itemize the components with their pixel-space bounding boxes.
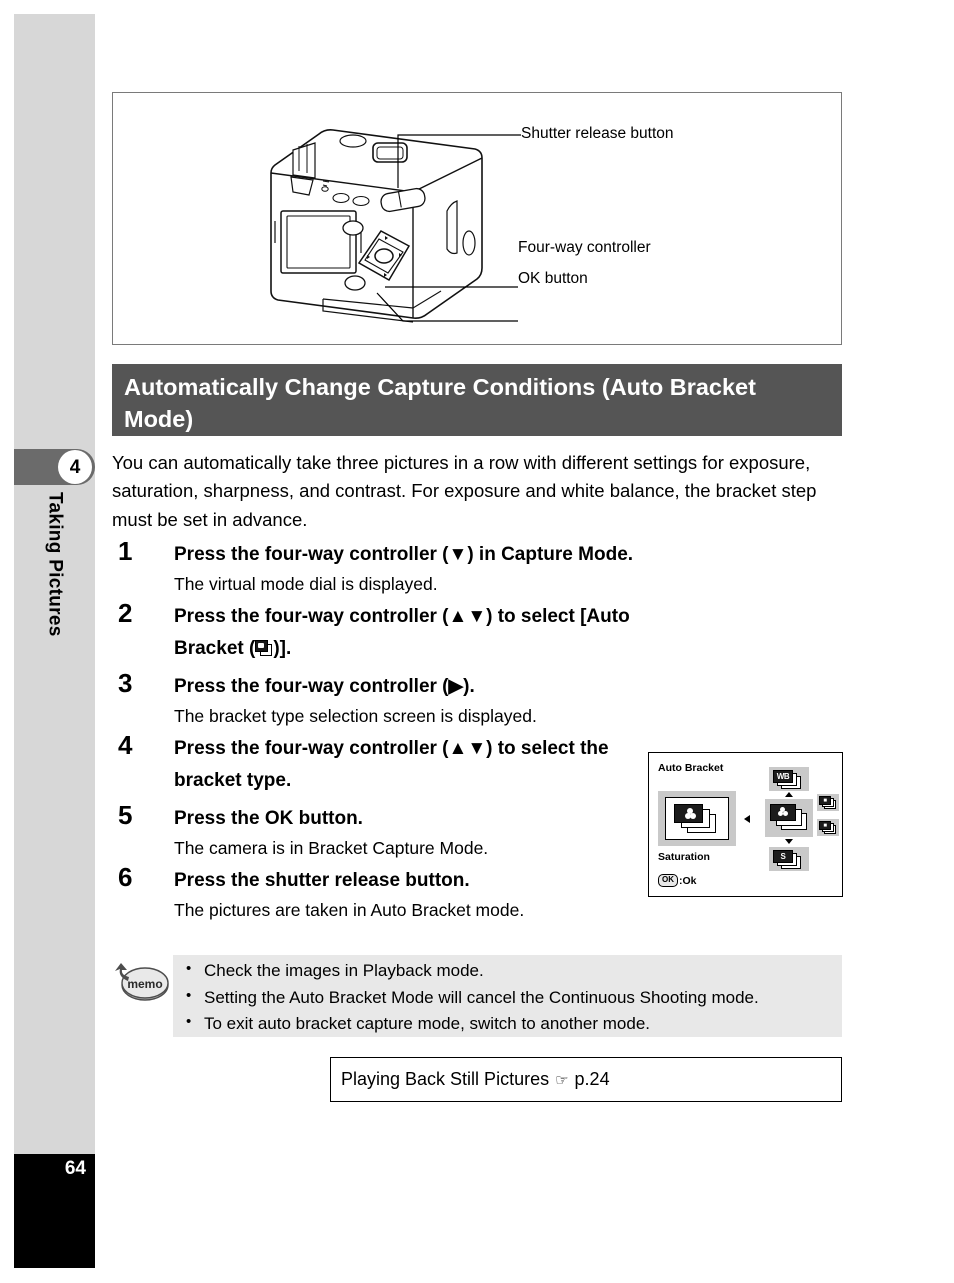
lcd-ok-hint: OK :Ok — [658, 874, 697, 887]
auto-bracket-icon — [255, 640, 273, 657]
step-number: 1 — [118, 536, 133, 566]
step-item: 5 Press the OK button. The camera is in … — [112, 800, 672, 861]
memo-item: To exit auto bracket capture mode, switc… — [182, 1010, 842, 1038]
camera-figure-box: Shutter release button Four-way controll… — [112, 92, 842, 345]
white-balance-bracket-icon: WB — [773, 770, 807, 789]
step-title: Press the four-way controller (▼) in Cap… — [174, 539, 672, 571]
callout-label-shutter-release: Shutter release button — [521, 125, 674, 142]
step-title-text: Press the four-way controller (▲▼) to se… — [174, 606, 630, 660]
memo-item: Setting the Auto Bracket Mode will cance… — [182, 984, 842, 1012]
step-item: 4 Press the four-way controller (▲▼) to … — [112, 730, 672, 797]
step-number: 3 — [118, 667, 133, 698]
step-number: 4 — [118, 730, 133, 761]
step-title-text: Press the four-way controller (▲▼) to se… — [174, 738, 609, 792]
sharpness-bracket-icon: S — [773, 850, 807, 869]
step-description: The bracket type selection screen is dis… — [174, 705, 537, 726]
step-item: 3 Press the four-way controller (▶). The… — [112, 668, 672, 729]
step-title: Press the shutter release button. — [174, 865, 672, 897]
cross-reference-text: Playing Back Still Pictures — [341, 1069, 550, 1089]
memo-item: Check the images in Playback mode. — [182, 957, 842, 985]
step-description: The virtual mode dial is displayed. — [174, 573, 438, 594]
pointing-hand-icon: ☞ — [555, 1072, 569, 1089]
step-number: 6 — [118, 862, 133, 893]
saturation-bracket-icon-large — [674, 804, 722, 834]
arrow-left-icon — [744, 815, 750, 823]
svg-text:memo: memo — [127, 977, 162, 991]
saturation-dots-glyph — [775, 807, 791, 818]
chapter-number-badge: 4 — [58, 450, 92, 484]
step-number: 2 — [118, 598, 133, 629]
section-intro-paragraph: You can automatically take three picture… — [112, 452, 817, 530]
exposure-bracket-icon: ■ — [819, 796, 838, 809]
memo-badge-icon: memo — [115, 963, 169, 1001]
step-title: Press the four-way controller (▲▼) to se… — [174, 733, 624, 797]
step-title: Press the four-way controller (▲▼) to se… — [174, 601, 672, 665]
step-title: Press the OK button. — [174, 803, 672, 835]
chapter-title: Taking Pictures — [14, 492, 95, 712]
sharpness-glyph: S — [780, 851, 786, 861]
step-title: Press the four-way controller (▶). — [174, 671, 672, 703]
contrast-bracket-icon: ■ — [819, 821, 838, 834]
lcd-screen-title: Auto Bracket — [658, 762, 724, 774]
arrow-up-icon — [785, 792, 793, 797]
cross-reference-box[interactable]: Playing Back Still Pictures ☞ p.24 — [330, 1057, 842, 1102]
page-number: 64 — [64, 1158, 86, 1179]
cross-reference-page: p.24 — [574, 1069, 610, 1089]
lcd-ok-action-label: :Ok — [679, 874, 697, 887]
step-description: The camera is in Bracket Capture Mode. — [174, 837, 489, 858]
callout-label-four-way-controller: Four-way controller — [518, 239, 651, 256]
step-item: 2 Press the four-way controller (▲▼) to … — [112, 598, 672, 665]
lcd-sample-screen: Auto Bracket Saturation WB S ■ ■ OK:Ok — [648, 752, 843, 897]
callout-label-ok-button: OK button — [518, 270, 588, 287]
callout-leader-lines — [376, 134, 521, 322]
procedure-steps: 1 Press the four-way controller (▼) in C… — [112, 536, 672, 926]
step-item: 1 Press the four-way controller (▼) in C… — [112, 536, 672, 597]
memo-list: Check the images in Playback mode. Setti… — [182, 957, 842, 1038]
step-title-text: Press the four-way controller (▶). — [174, 675, 475, 697]
saturation-bracket-icon-center — [770, 804, 812, 832]
step-item: 6 Press the shutter release button. The … — [112, 862, 672, 923]
lcd-selected-option-label: Saturation — [658, 851, 710, 863]
ok-key-icon: OK — [658, 874, 678, 887]
step-description: The pictures are taken in Auto Bracket m… — [174, 900, 525, 920]
step-title-text: Press the shutter release button. — [174, 870, 470, 892]
step-number: 5 — [118, 799, 133, 830]
section-heading: Automatically Change Capture Conditions … — [112, 364, 842, 436]
step-title-text: Press the four-way controller (▼) in Cap… — [174, 544, 634, 565]
step-title-text: Press the OK button. — [174, 807, 363, 829]
arrow-down-icon — [785, 839, 793, 844]
chapter-title-text: Taking Pictures — [44, 492, 66, 637]
wb-glyph: WB — [776, 771, 790, 781]
step-title-text-tail: )]. — [273, 638, 292, 660]
saturation-dots-glyph — [681, 808, 697, 819]
